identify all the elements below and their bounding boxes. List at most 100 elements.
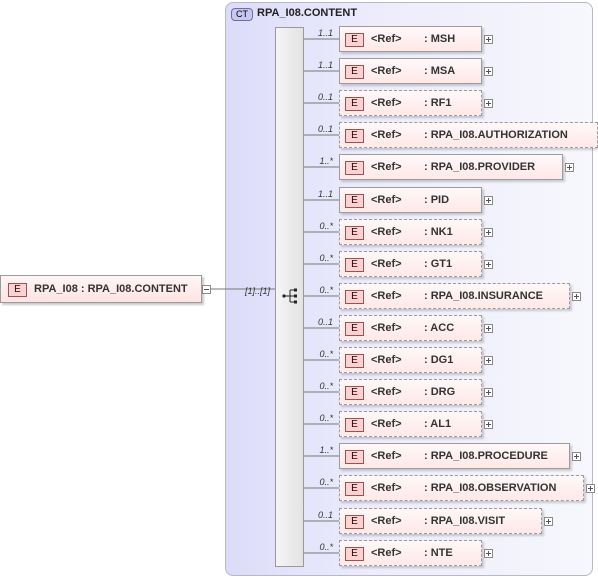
element-name: : DG1: [424, 354, 454, 366]
element-badge: E: [345, 354, 364, 368]
element-name: : RPA_I08.OBSERVATION: [424, 482, 557, 494]
element-badge: E: [345, 290, 364, 304]
element-badge: E: [345, 515, 364, 529]
multiplicity-label: 0..*: [319, 349, 333, 359]
expand-toggle[interactable]: [484, 35, 493, 44]
expand-toggle[interactable]: [484, 388, 493, 397]
multiplicity-label: 1..1: [317, 60, 333, 70]
multiplicity-label: 0..*: [319, 381, 333, 391]
element-name: : RPA_I08.PROVIDER: [424, 161, 536, 173]
ref-label: <Ref>: [371, 418, 402, 430]
ref-label: <Ref>: [371, 97, 402, 109]
ref-label: <Ref>: [371, 33, 402, 45]
element-badge: E: [345, 450, 364, 464]
multiplicity-label: 1..*: [319, 445, 333, 455]
ref-label: <Ref>: [371, 226, 402, 238]
element-badge: E: [345, 97, 364, 111]
element-badge: E: [345, 322, 364, 336]
child-element[interactable]: E <Ref>: MSA: [339, 58, 482, 84]
multiplicity-label: 0..1: [317, 124, 333, 134]
expand-toggle[interactable]: [484, 196, 493, 205]
child-element[interactable]: E <Ref> : DG1: [339, 347, 482, 373]
element-name: : GT1: [424, 258, 453, 270]
ref-label: <Ref>: [371, 161, 402, 173]
element-badge: E: [345, 65, 364, 79]
element-badge: E: [345, 129, 364, 143]
element-badge: E: [345, 547, 364, 561]
ref-label: <Ref>: [371, 322, 402, 334]
root-multiplicity: [1]..[1]: [245, 286, 271, 296]
expand-toggle[interactable]: [572, 452, 581, 461]
child-element[interactable]: E <Ref> : MSH: [339, 26, 482, 52]
child-element[interactable]: E <Ref> : AL1: [339, 411, 482, 437]
element-name: : RPA_I08.PROCEDURE: [424, 450, 548, 462]
child-element[interactable]: E <Ref> : RPA_I08.AUTHORIZATION: [339, 122, 598, 148]
child-element[interactable]: E <Ref>: PID: [339, 187, 482, 213]
element-name: : RPA_I08.AUTHORIZATION: [424, 129, 568, 141]
ref-label: <Ref>: [371, 515, 402, 527]
ref-label: <Ref>: [371, 354, 402, 366]
multiplicity-label: 0..1: [317, 92, 333, 102]
child-element[interactable]: E <Ref> : RPA_I08.OBSERVATION: [339, 475, 584, 501]
multiplicity-label: 0..*: [319, 413, 333, 423]
expand-toggle[interactable]: [565, 163, 574, 172]
collapse-toggle[interactable]: [202, 285, 211, 294]
element-badge: E: [8, 283, 27, 297]
root-element-label: RPA_I08 : RPA_I08.CONTENT: [34, 283, 188, 295]
ref-label: <Ref>: [371, 386, 402, 398]
element-name: : MSH: [424, 33, 456, 45]
element-name: : AL1: [424, 418, 452, 430]
expand-toggle[interactable]: [484, 228, 493, 237]
expand-toggle[interactable]: [484, 549, 493, 558]
multiplicity-label: 0..*: [319, 542, 333, 552]
element-badge: E: [345, 161, 364, 175]
expand-toggle[interactable]: [572, 292, 581, 301]
child-element[interactable]: E <Ref> : RF1: [339, 90, 482, 116]
child-element[interactable]: E <Ref> : RPA_I08.PROVIDER: [339, 154, 563, 180]
ref-label: <Ref>: [371, 258, 402, 270]
expand-toggle[interactable]: [586, 484, 595, 493]
child-element[interactable]: E <Ref> : GT1: [339, 251, 482, 277]
child-element[interactable]: E <Ref> : RPA_I08.PROCEDURE: [339, 443, 570, 469]
multiplicity-label: 1..1: [317, 189, 333, 199]
element-badge: E: [345, 33, 364, 47]
multiplicity-label: 0..*: [319, 285, 333, 295]
expand-toggle[interactable]: [484, 99, 493, 108]
element-badge: E: [345, 226, 364, 240]
child-element[interactable]: E <Ref> : NK1: [339, 219, 482, 245]
expand-toggle[interactable]: [484, 420, 493, 429]
element-name: : RPA_I08.INSURANCE: [424, 290, 543, 302]
child-element[interactable]: E <Ref> : RPA_I08.INSURANCE: [339, 283, 570, 309]
expand-toggle[interactable]: [544, 517, 553, 526]
element-name: : PID: [424, 194, 450, 206]
expand-toggle[interactable]: [484, 356, 493, 365]
element-badge: E: [345, 418, 364, 432]
child-element[interactable]: E <Ref>: NTE: [339, 540, 482, 566]
element-name: : DRG: [424, 386, 456, 398]
multiplicity-label: 0..1: [317, 317, 333, 327]
element-badge: E: [345, 482, 364, 496]
element-name: : ACC: [424, 322, 455, 334]
expand-toggle[interactable]: [484, 260, 493, 269]
element-name: : NTE: [424, 547, 453, 559]
ref-label: <Ref>: [371, 129, 402, 141]
multiplicity-label: 0..*: [319, 221, 333, 231]
ref-label: <Ref>: [371, 482, 402, 494]
element-name: : RF1: [424, 97, 452, 109]
expand-toggle[interactable]: [484, 324, 493, 333]
expand-toggle[interactable]: [484, 67, 493, 76]
element-name: : MSA: [424, 65, 456, 77]
ref-label: <Ref>: [371, 194, 402, 206]
child-element[interactable]: E <Ref> : RPA_I08.VISIT: [339, 508, 542, 534]
multiplicity-label: 1..1: [317, 28, 333, 38]
ref-label: <Ref>: [371, 450, 402, 462]
multiplicity-label: 0..1: [317, 510, 333, 520]
child-element[interactable]: E <Ref> : ACC: [339, 315, 482, 341]
child-element[interactable]: E <Ref>: DRG: [339, 379, 482, 405]
root-element[interactable]: E RPA_I08 : RPA_I08.CONTENT: [0, 275, 202, 303]
element-name: : RPA_I08.VISIT: [424, 515, 506, 527]
element-badge: E: [345, 258, 364, 272]
multiplicity-label: 0..*: [319, 477, 333, 487]
ref-label: <Ref>: [371, 290, 402, 302]
element-name: : NK1: [424, 226, 453, 238]
